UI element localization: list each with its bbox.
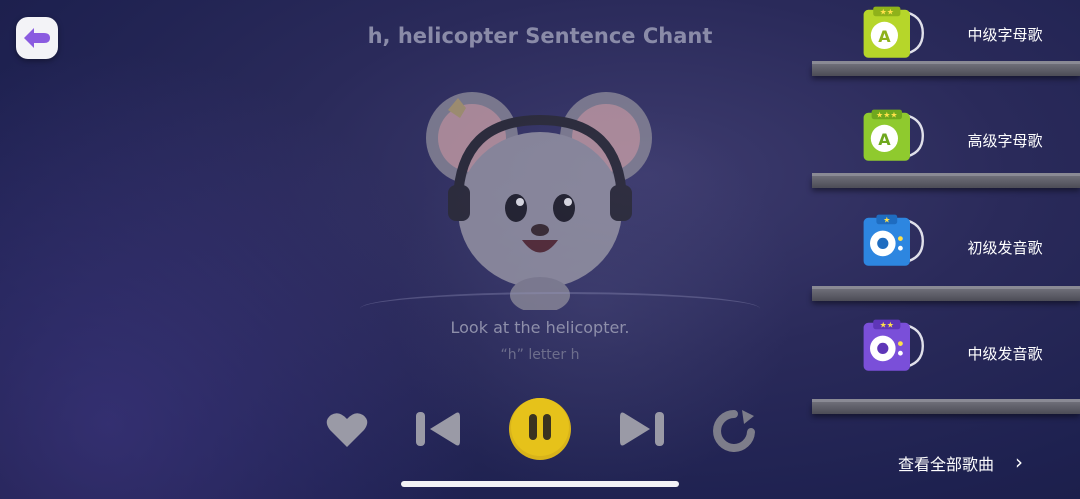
shelf (812, 286, 1080, 301)
lyric-subline: “h” letter h (500, 347, 580, 363)
stage-floor (360, 292, 760, 320)
pause-icon (529, 414, 537, 440)
svg-text:★★: ★★ (880, 8, 894, 17)
svg-text:A: A (878, 130, 891, 149)
shelf (812, 399, 1080, 414)
phonics-song-album-icon: ★ (863, 214, 925, 266)
letter-song-album-icon: ★★★ A (863, 109, 925, 161)
heart-icon[interactable] (325, 410, 369, 450)
back-arrow-icon (24, 28, 50, 48)
svg-text:★: ★ (883, 216, 890, 225)
song-title: h, helicopter Sentence Chant (367, 24, 713, 48)
view-all-songs-link[interactable]: 查看全部歌曲 (898, 451, 994, 475)
mouse-mascot-image (426, 92, 652, 310)
svg-text:★★★: ★★★ (876, 111, 898, 120)
next-track-icon[interactable] (618, 409, 666, 449)
lyric-line: Look at the helicopter. (450, 318, 630, 337)
repeat-icon[interactable] (710, 408, 758, 452)
chevron-right-icon[interactable]: › (1015, 450, 1023, 474)
svg-text:A: A (878, 27, 891, 46)
playlist-item-label: 初级发音歌 (967, 239, 1043, 257)
playlist-item-label: 高级字母歌 (967, 132, 1043, 150)
playlist-item-label: 中级发音歌 (967, 345, 1043, 363)
svg-text:★★: ★★ (880, 321, 894, 330)
shelf (812, 173, 1080, 188)
pause-button[interactable] (506, 396, 574, 462)
playlist-item-label: 中级字母歌 (967, 26, 1043, 44)
letter-song-album-icon: ★★ A (863, 6, 925, 58)
home-indicator-bar (401, 481, 679, 487)
shelf (812, 61, 1080, 76)
back-button[interactable] (16, 17, 58, 59)
phonics-song-album-icon: ★★ (863, 319, 925, 371)
previous-track-icon[interactable] (414, 409, 462, 449)
